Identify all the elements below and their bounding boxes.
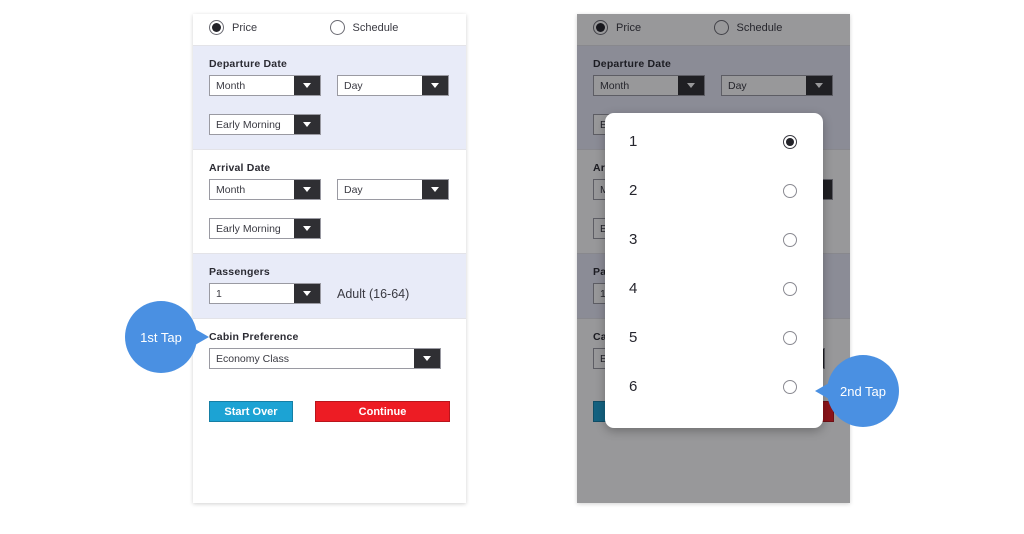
sort-option-schedule-label: Schedule (352, 21, 399, 34)
action-button-row: Start Over Continue (193, 383, 466, 442)
list-item[interactable]: 2 (605, 166, 823, 215)
arrival-day-value: Day (338, 180, 422, 199)
radio-unselected-icon[interactable] (329, 20, 345, 35)
passengers-count-dropdown-button[interactable] (294, 284, 320, 303)
cabin-preference-value: Economy Class (210, 349, 414, 368)
first-tap-callout: 1st Tap (125, 301, 209, 373)
option-label: 3 (629, 231, 638, 248)
chevron-down-icon (303, 187, 311, 192)
arrival-time-row: Early Morning (209, 218, 450, 239)
sort-option-price[interactable]: Price (209, 20, 330, 35)
departure-day-dropdown-button[interactable] (422, 76, 448, 95)
departure-time-dropdown-button[interactable] (294, 115, 320, 134)
cabin-preference-dropdown-button[interactable] (414, 349, 440, 368)
second-tap-callout: 2nd Tap (815, 355, 899, 427)
arrival-day-select[interactable]: Day (337, 179, 449, 200)
chevron-down-icon (431, 187, 439, 192)
option-label: 1 (629, 133, 638, 150)
arrival-month-value: Month (210, 180, 294, 199)
list-item[interactable]: 1 (605, 117, 823, 166)
arrival-date-label: Arrival Date (209, 162, 271, 174)
chevron-down-icon (303, 122, 311, 127)
passenger-count-option-list: 1 2 3 4 5 6 (605, 113, 823, 415)
departure-time-select[interactable]: Early Morning (209, 114, 321, 135)
option-label: 4 (629, 280, 638, 297)
left-phone-panel: Price Schedule Departure Date Month Day … (193, 14, 466, 503)
option-label: 6 (629, 378, 638, 395)
start-over-button[interactable]: Start Over (209, 401, 293, 422)
arrival-date-section: Arrival Date Month Day (193, 150, 466, 254)
arrival-month-dropdown-button[interactable] (294, 180, 320, 199)
passenger-count-picker-modal: 1 2 3 4 5 6 (605, 113, 823, 428)
cabin-preference-row: Economy Class (209, 348, 450, 369)
radio-unselected-icon[interactable] (783, 330, 797, 345)
right-phone-panel: Price Schedule Departure Date Month Day … (577, 14, 850, 503)
arrival-date-row: Month Day (209, 179, 450, 200)
passengers-count-value: 1 (210, 284, 294, 303)
passengers-label: Passengers (209, 266, 270, 278)
radio-selected-icon[interactable] (783, 134, 797, 149)
arrival-day-dropdown-button[interactable] (422, 180, 448, 199)
arrival-time-dropdown-button[interactable] (294, 219, 320, 238)
sort-option-price-label: Price (232, 21, 258, 34)
chevron-down-icon (303, 226, 311, 231)
list-item[interactable]: 3 (605, 215, 823, 264)
departure-month-select[interactable]: Month (209, 75, 321, 96)
sort-option-schedule[interactable]: Schedule (329, 20, 451, 35)
departure-time-row: Early Morning (209, 114, 450, 135)
option-label: 2 (629, 182, 638, 199)
chevron-down-icon (303, 83, 311, 88)
cabin-preference-section: Cabin Preference Economy Class (193, 319, 466, 383)
radio-selected-icon[interactable] (209, 20, 224, 35)
chevron-down-icon (303, 291, 311, 296)
radio-unselected-icon[interactable] (783, 232, 797, 247)
passengers-age-note: Adult (16-64) (337, 286, 410, 301)
continue-button[interactable]: Continue (314, 401, 450, 422)
departure-time-value: Early Morning (210, 115, 294, 134)
list-item[interactable]: 4 (605, 264, 823, 313)
passengers-section: Passengers 1 Adult (16-64) (193, 254, 466, 319)
list-item[interactable]: 6 (605, 362, 823, 411)
departure-month-value: Month (210, 76, 294, 95)
cabin-preference-select[interactable]: Economy Class (209, 348, 441, 369)
departure-date-row: Month Day (209, 75, 450, 96)
departure-day-value: Day (338, 76, 422, 95)
chevron-down-icon (431, 83, 439, 88)
list-item[interactable]: 5 (605, 313, 823, 362)
departure-date-section: Departure Date Month Day (193, 46, 466, 150)
radio-unselected-icon[interactable] (783, 183, 797, 198)
sort-radio-row: Price Schedule (193, 14, 466, 46)
radio-unselected-icon[interactable] (783, 379, 797, 394)
departure-month-dropdown-button[interactable] (294, 76, 320, 95)
arrival-month-select[interactable]: Month (209, 179, 321, 200)
arrival-time-select[interactable]: Early Morning (209, 218, 321, 239)
passengers-count-select[interactable]: 1 (209, 283, 321, 304)
first-tap-callout-label: 1st Tap (140, 329, 182, 345)
chevron-down-icon (423, 356, 431, 361)
cabin-preference-label: Cabin Preference (209, 331, 299, 343)
departure-day-select[interactable]: Day (337, 75, 449, 96)
option-label: 5 (629, 329, 638, 346)
radio-unselected-icon[interactable] (783, 281, 797, 296)
arrival-time-value: Early Morning (210, 219, 294, 238)
screenshot-stage: Price Schedule Departure Date Month Day … (0, 0, 1024, 534)
second-tap-callout-label: 2nd Tap (839, 383, 887, 399)
passengers-row: 1 Adult (16-64) (209, 283, 450, 304)
departure-date-label: Departure Date (209, 58, 288, 70)
